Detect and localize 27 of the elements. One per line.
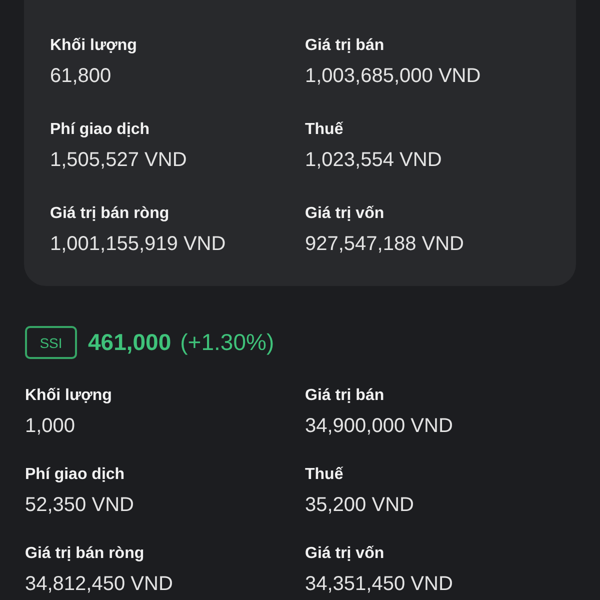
field-value: 1,505,527 VND xyxy=(50,148,187,173)
field-label: Phí giao dịch xyxy=(25,465,125,485)
field-label: Giá trị bán ròng xyxy=(25,544,144,564)
field-value: 1,001,155,919 VND xyxy=(50,232,226,257)
stock-price: 461,000 xyxy=(88,329,172,356)
field-label: Giá trị vốn xyxy=(305,544,384,564)
field-value: 34,812,450 VND xyxy=(25,572,173,597)
field-value: 52,350 VND xyxy=(25,493,134,518)
field-label: Giá trị vốn xyxy=(305,204,384,224)
field-label: Phí giao dịch xyxy=(50,120,150,140)
field-label: Thuế xyxy=(305,120,344,140)
field-value: 34,900,000 VND xyxy=(305,414,453,439)
field-label: Khối lượng xyxy=(50,36,137,56)
field-value: 34,351,450 VND xyxy=(305,572,453,597)
field-label: Giá trị bán xyxy=(305,386,384,406)
field-value: 1,023,554 VND xyxy=(305,148,442,173)
field-label: Giá trị bán xyxy=(305,36,384,56)
field-value: 927,547,188 VND xyxy=(305,232,464,257)
price-change: (+1.30%) xyxy=(180,329,274,356)
field-label: Khối lượng xyxy=(25,386,112,406)
field-value: 1,003,685,000 VND xyxy=(305,64,481,89)
field-value: 61,800 xyxy=(50,64,112,89)
field-label: Giá trị bán ròng xyxy=(50,204,170,224)
field-label: Thuế xyxy=(305,465,344,485)
stock-symbol: SSI xyxy=(25,326,77,359)
field-value: 1,000 xyxy=(25,414,76,439)
field-value: 35,200 VND xyxy=(305,493,414,518)
